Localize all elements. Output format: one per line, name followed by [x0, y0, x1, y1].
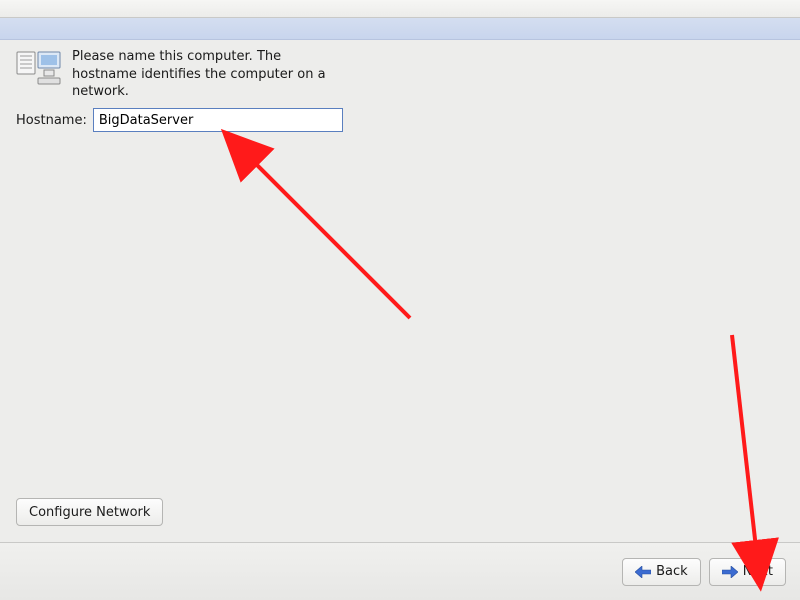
hostname-label: Hostname: [16, 113, 87, 128]
arrow-left-icon [635, 566, 651, 578]
next-label: Next [743, 564, 773, 579]
instruction-text: Please name this computer. The hostname … [72, 48, 332, 101]
back-button[interactable]: Back [622, 558, 701, 586]
instruction-row: Please name this computer. The hostname … [16, 48, 332, 101]
toolbar-strip [0, 18, 800, 40]
configure-network-label: Configure Network [29, 505, 150, 520]
configure-network-button[interactable]: Configure Network [16, 498, 163, 526]
arrow-right-icon [722, 566, 738, 578]
computer-network-icon [16, 50, 62, 88]
wizard-footer: Back Next [0, 542, 800, 600]
installer-page: Please name this computer. The hostname … [0, 40, 800, 542]
window-titlebar-strip [0, 0, 800, 18]
next-button[interactable]: Next [709, 558, 786, 586]
hostname-input[interactable] [93, 108, 343, 132]
back-label: Back [656, 564, 688, 579]
hostname-row: Hostname: [16, 108, 343, 132]
